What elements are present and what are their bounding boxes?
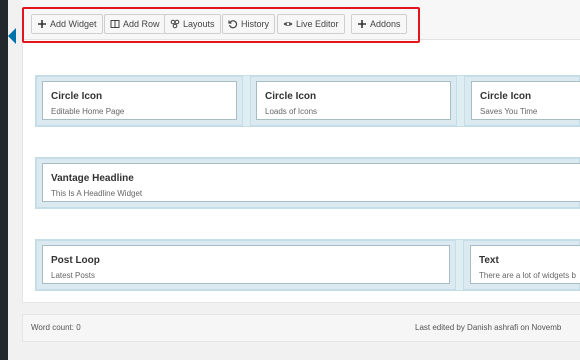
admin-sidebar-edge [0, 0, 8, 360]
word-count: Word count: 0 [31, 323, 81, 332]
widget-description: This Is A Headline Widget [51, 189, 143, 198]
widget-circle-icon[interactable]: Circle Icon Saves You Time [471, 81, 580, 120]
widget-description: Editable Home Page [51, 107, 125, 116]
widget-circle-icon[interactable]: Circle Icon Editable Home Page [42, 81, 237, 120]
widget-description: Saves You Time [480, 107, 538, 116]
widget-description: Loads of Icons [265, 107, 318, 116]
toolbar-highlight-box [22, 7, 420, 43]
editor-status-bar: Word count: 0 Last edited by Danish ashr… [22, 314, 580, 342]
widget-title: Text [479, 255, 499, 266]
widget-title: Circle Icon [480, 91, 532, 102]
widget-title: Circle Icon [265, 91, 317, 102]
widget-circle-icon[interactable]: Circle Icon Loads of Icons [256, 81, 451, 120]
widget-description: Latest Posts [51, 271, 96, 280]
widget-post-loop[interactable]: Post Loop Latest Posts [42, 245, 450, 284]
widget-text[interactable]: Text There are a lot of widgets b [470, 245, 580, 284]
widget-title: Post Loop [51, 255, 100, 266]
widget-title: Circle Icon [51, 91, 103, 102]
widget-title: Vantage Headline [51, 173, 134, 184]
admin-menu-current-arrow [8, 28, 16, 44]
last-edited: Last edited by Danish ashrafi on Novemb [415, 323, 562, 332]
widget-description: There are a lot of widgets b [479, 271, 576, 280]
widget-vantage-headline[interactable]: Vantage Headline This Is A Headline Widg… [42, 163, 580, 202]
